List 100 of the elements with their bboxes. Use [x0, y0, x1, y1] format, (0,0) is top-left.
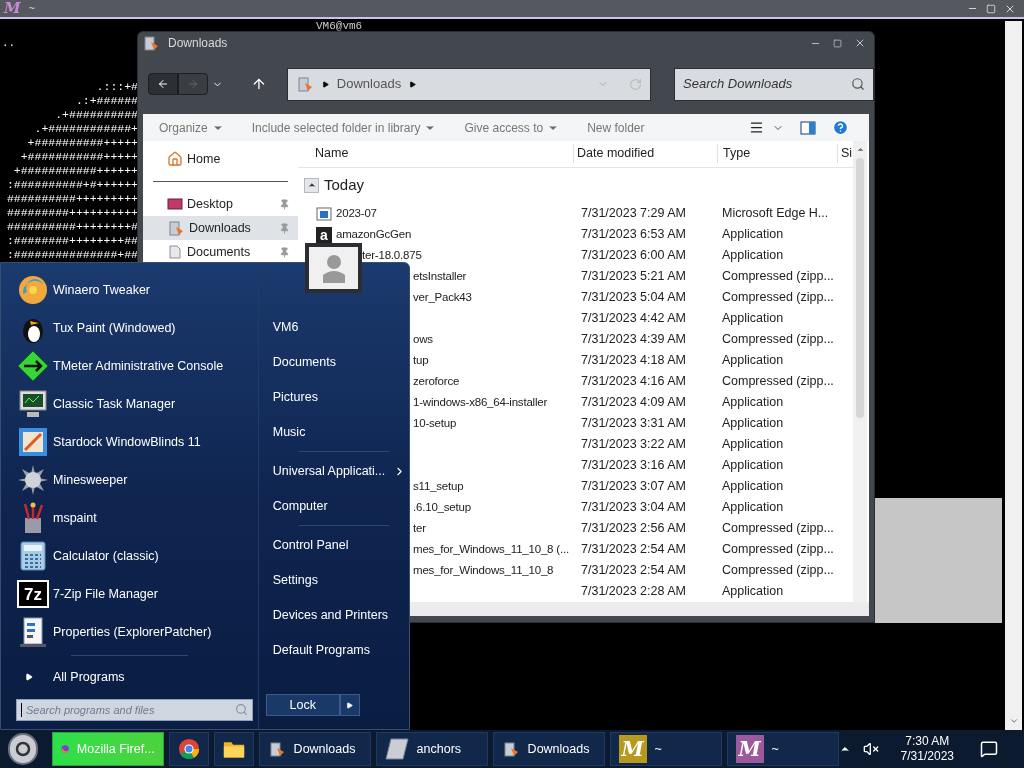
pin-icon [279, 222, 290, 234]
nav-item[interactable]: Home [143, 147, 298, 192]
clock-date[interactable]: 7/31/2023 [900, 749, 954, 764]
notification-icon[interactable] [980, 740, 998, 758]
scroll-down-icon[interactable] [1008, 716, 1019, 726]
file-type: Compressed (zipp... [721, 562, 835, 580]
program-item[interactable]: Calculator (classic) [1, 537, 258, 575]
place-item[interactable]: Devices and Printers [258, 598, 409, 633]
shutdown-options-button[interactable] [339, 694, 360, 716]
file-name[interactable]: 10-setup [413, 414, 457, 433]
file-type: Application [721, 247, 785, 265]
all-programs-button[interactable]: All Programs [25, 668, 125, 687]
lock-button[interactable]: Lock [265, 694, 340, 716]
close-icon[interactable] [854, 37, 866, 49]
file-name[interactable]: ter-18.0.875 [362, 246, 422, 265]
file-type: Compressed (zipp... [721, 541, 835, 559]
file-type: Compressed (zipp... [721, 289, 835, 307]
taskbar-button[interactable] [213, 732, 254, 766]
taskbar-button[interactable]: anchors [375, 732, 488, 766]
nav-item[interactable]: Documents [143, 240, 298, 264]
volume-muted-icon[interactable] [862, 741, 879, 757]
program-label: 7-Zip File Manager [53, 585, 158, 603]
file-type: Application [721, 457, 785, 475]
ascii-art-line: :##########+#++++++ [5, 178, 137, 192]
file-name[interactable]: etsInstaller [413, 267, 467, 286]
program-item[interactable]: TMeter Administrative Console [1, 347, 258, 385]
desktop-icon [167, 196, 183, 212]
back-button[interactable] [148, 73, 178, 95]
person-silhouette-icon [320, 253, 347, 283]
toolbar-command[interactable]: Give access to [464, 118, 560, 137]
place-item[interactable]: Documents [258, 345, 409, 380]
collapse-group-button[interactable] [304, 177, 319, 193]
program-item[interactable]: 7z 7-Zip File Manager [1, 575, 258, 613]
file-date: 7/31/2023 7:29 AM [581, 205, 687, 223]
ascii-art-line: #########++++++++++ [5, 206, 137, 220]
file-date: 7/31/2023 3:31 AM [581, 415, 687, 433]
calculator-icon [17, 540, 49, 572]
ascii-art-line: +##########+++++ [26, 136, 137, 150]
column-header[interactable]: Name [298, 143, 573, 163]
taskbar-button[interactable]: M ~ [609, 732, 722, 766]
column-header[interactable]: Type [717, 143, 837, 163]
nav-item[interactable]: Downloads [143, 216, 298, 240]
mine-icon [17, 464, 49, 496]
file-name[interactable]: 1-windows-x86_64-installer [413, 393, 548, 412]
place-item[interactable]: Default Programs [258, 633, 409, 668]
column-header[interactable]: Date modified [573, 143, 717, 163]
file-name[interactable]: zeroforce [413, 372, 460, 391]
program-label: Winaero Tweaker [53, 281, 151, 299]
file-name[interactable]: 2023-07 [336, 204, 377, 223]
file-name[interactable]: amazonGcGen [336, 225, 412, 244]
search-field[interactable]: Search Downloads [674, 67, 874, 101]
file-name[interactable]: mes_for_Windows_11_10_8 [413, 561, 554, 580]
maximize-icon[interactable] [833, 38, 842, 48]
place-item[interactable]: Music [258, 415, 409, 454]
place-item[interactable]: Universal Applicati... [258, 454, 409, 489]
help-icon[interactable] [832, 119, 849, 136]
folder-download-icon [142, 34, 160, 52]
program-item[interactable]: Properties (ExplorerPatcher) [1, 613, 258, 651]
start-button[interactable] [8, 733, 38, 765]
taskbar-button[interactable]: Downloads [492, 732, 605, 766]
file-name[interactable]: mes_for_Windows_11_10_8 (... [413, 540, 569, 559]
program-item[interactable]: Winaero Tweaker [1, 271, 258, 309]
toolbar-command[interactable]: Include selected folder in library [251, 118, 437, 137]
toolbar-command[interactable]: Organize [159, 118, 224, 137]
taskbar-button[interactable] [168, 732, 209, 766]
clock-time[interactable]: 7:30 AM [905, 734, 950, 749]
scroll-thumb[interactable] [856, 158, 864, 418]
program-label: TMeter Administrative Console [53, 357, 224, 375]
ascii-art-line: .:::+# [95, 80, 137, 94]
taskbar-button[interactable]: Downloads [258, 732, 371, 766]
file-name[interactable]: s11_setup [413, 477, 464, 496]
program-item[interactable]: Stardock WindowBlinds 11 [1, 423, 258, 461]
view-list-icon[interactable] [749, 120, 764, 135]
file-date: 7/31/2023 5:21 AM [581, 268, 687, 286]
window-title: Downloads [168, 35, 228, 52]
maximize-icon[interactable] [986, 3, 996, 14]
file-name[interactable]: ows [413, 330, 433, 349]
taskbar-button[interactable]: M ~ [726, 732, 839, 766]
file-name[interactable]: ver_Pack43 [413, 288, 472, 307]
file-name[interactable]: .6.10_setup [413, 498, 471, 517]
place-item[interactable]: Settings [258, 563, 409, 598]
place-item[interactable]: Pictures [258, 380, 409, 415]
file-name[interactable]: ter [413, 519, 426, 538]
up-icon[interactable] [251, 76, 267, 92]
arrow-icon [346, 701, 354, 709]
file-type: Microsoft Edge H... [721, 205, 830, 223]
scroll-up-icon[interactable] [855, 145, 865, 154]
nav-item[interactable]: Desktop [143, 192, 298, 216]
place-item[interactable]: Control Panel [258, 528, 409, 563]
program-item[interactable]: Tux Paint (Windowed) [1, 309, 258, 347]
program-item[interactable]: Minesweeper [1, 461, 258, 499]
place-item[interactable]: Computer [258, 489, 409, 528]
preview-pane-icon[interactable] [800, 120, 816, 135]
program-label: Properties (ExplorerPatcher) [53, 623, 212, 641]
file-date: 7/31/2023 2:56 AM [581, 520, 687, 538]
program-item[interactable]: Classic Task Manager [1, 385, 258, 423]
program-item[interactable]: mspaint [1, 499, 258, 537]
toolbar-command[interactable]: New folder [587, 118, 645, 137]
file-name[interactable]: tup [413, 351, 429, 370]
place-item[interactable]: VM6 [258, 310, 409, 345]
